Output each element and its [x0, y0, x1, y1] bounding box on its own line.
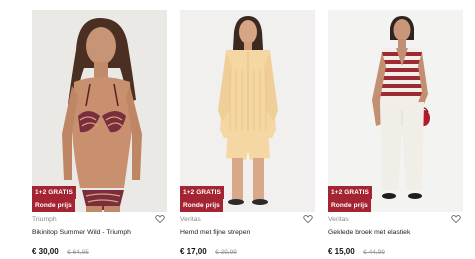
promo-badge: 1+2 GRATIS [328, 186, 372, 199]
original-price: € 44,99 [363, 249, 385, 256]
product-brand: Veritas [328, 216, 349, 223]
product-image[interactable] [32, 10, 167, 212]
product-image[interactable] [180, 10, 315, 212]
current-price: € 17,00 [180, 247, 207, 256]
current-price: € 15,00 [328, 247, 355, 256]
price-row: € 15,00 € 44,99 [328, 241, 385, 259]
wishlist-heart-icon[interactable] [303, 214, 313, 224]
wishlist-heart-icon[interactable] [155, 214, 165, 224]
price-row: € 17,00 € 39,99 [180, 241, 237, 259]
original-price: € 39,99 [215, 249, 237, 256]
product-card[interactable]: 1+2 GRATIS Ronde prijs Triumph Bikinitop… [32, 10, 167, 256]
original-price: € 64,95 [67, 249, 89, 256]
wishlist-heart-icon[interactable] [451, 214, 461, 224]
current-price: € 30,00 [32, 247, 59, 256]
sale-badge: Ronde prijs [180, 199, 223, 212]
white-trousers-model-illustration [372, 16, 430, 199]
product-image[interactable] [328, 10, 463, 212]
yellow-shirt-model-illustration [218, 16, 278, 205]
product-title[interactable]: Geklede broek met elastiek [328, 229, 410, 236]
product-card[interactable]: 1+2 GRATIS Ronde prijs Veritas Hemd met … [180, 10, 315, 256]
product-title[interactable]: Bikinitop Summer Wild - Triumph [32, 229, 131, 236]
product-card[interactable]: 1+2 GRATIS Ronde prijs Veritas Geklede b… [328, 10, 463, 256]
promo-badge: 1+2 GRATIS [180, 186, 224, 199]
price-row: € 30,00 € 64,95 [32, 241, 89, 259]
bikini-model-illustration [62, 18, 142, 212]
product-grid: 1+2 GRATIS Ronde prijs Triumph Bikinitop… [0, 0, 475, 259]
product-title[interactable]: Hemd met fijne strepen [180, 229, 250, 236]
sale-badge: Ronde prijs [32, 199, 75, 212]
promo-badge: 1+2 GRATIS [32, 186, 76, 199]
sale-badge: Ronde prijs [328, 199, 371, 212]
product-brand: Triumph [32, 216, 57, 223]
product-brand: Veritas [180, 216, 201, 223]
